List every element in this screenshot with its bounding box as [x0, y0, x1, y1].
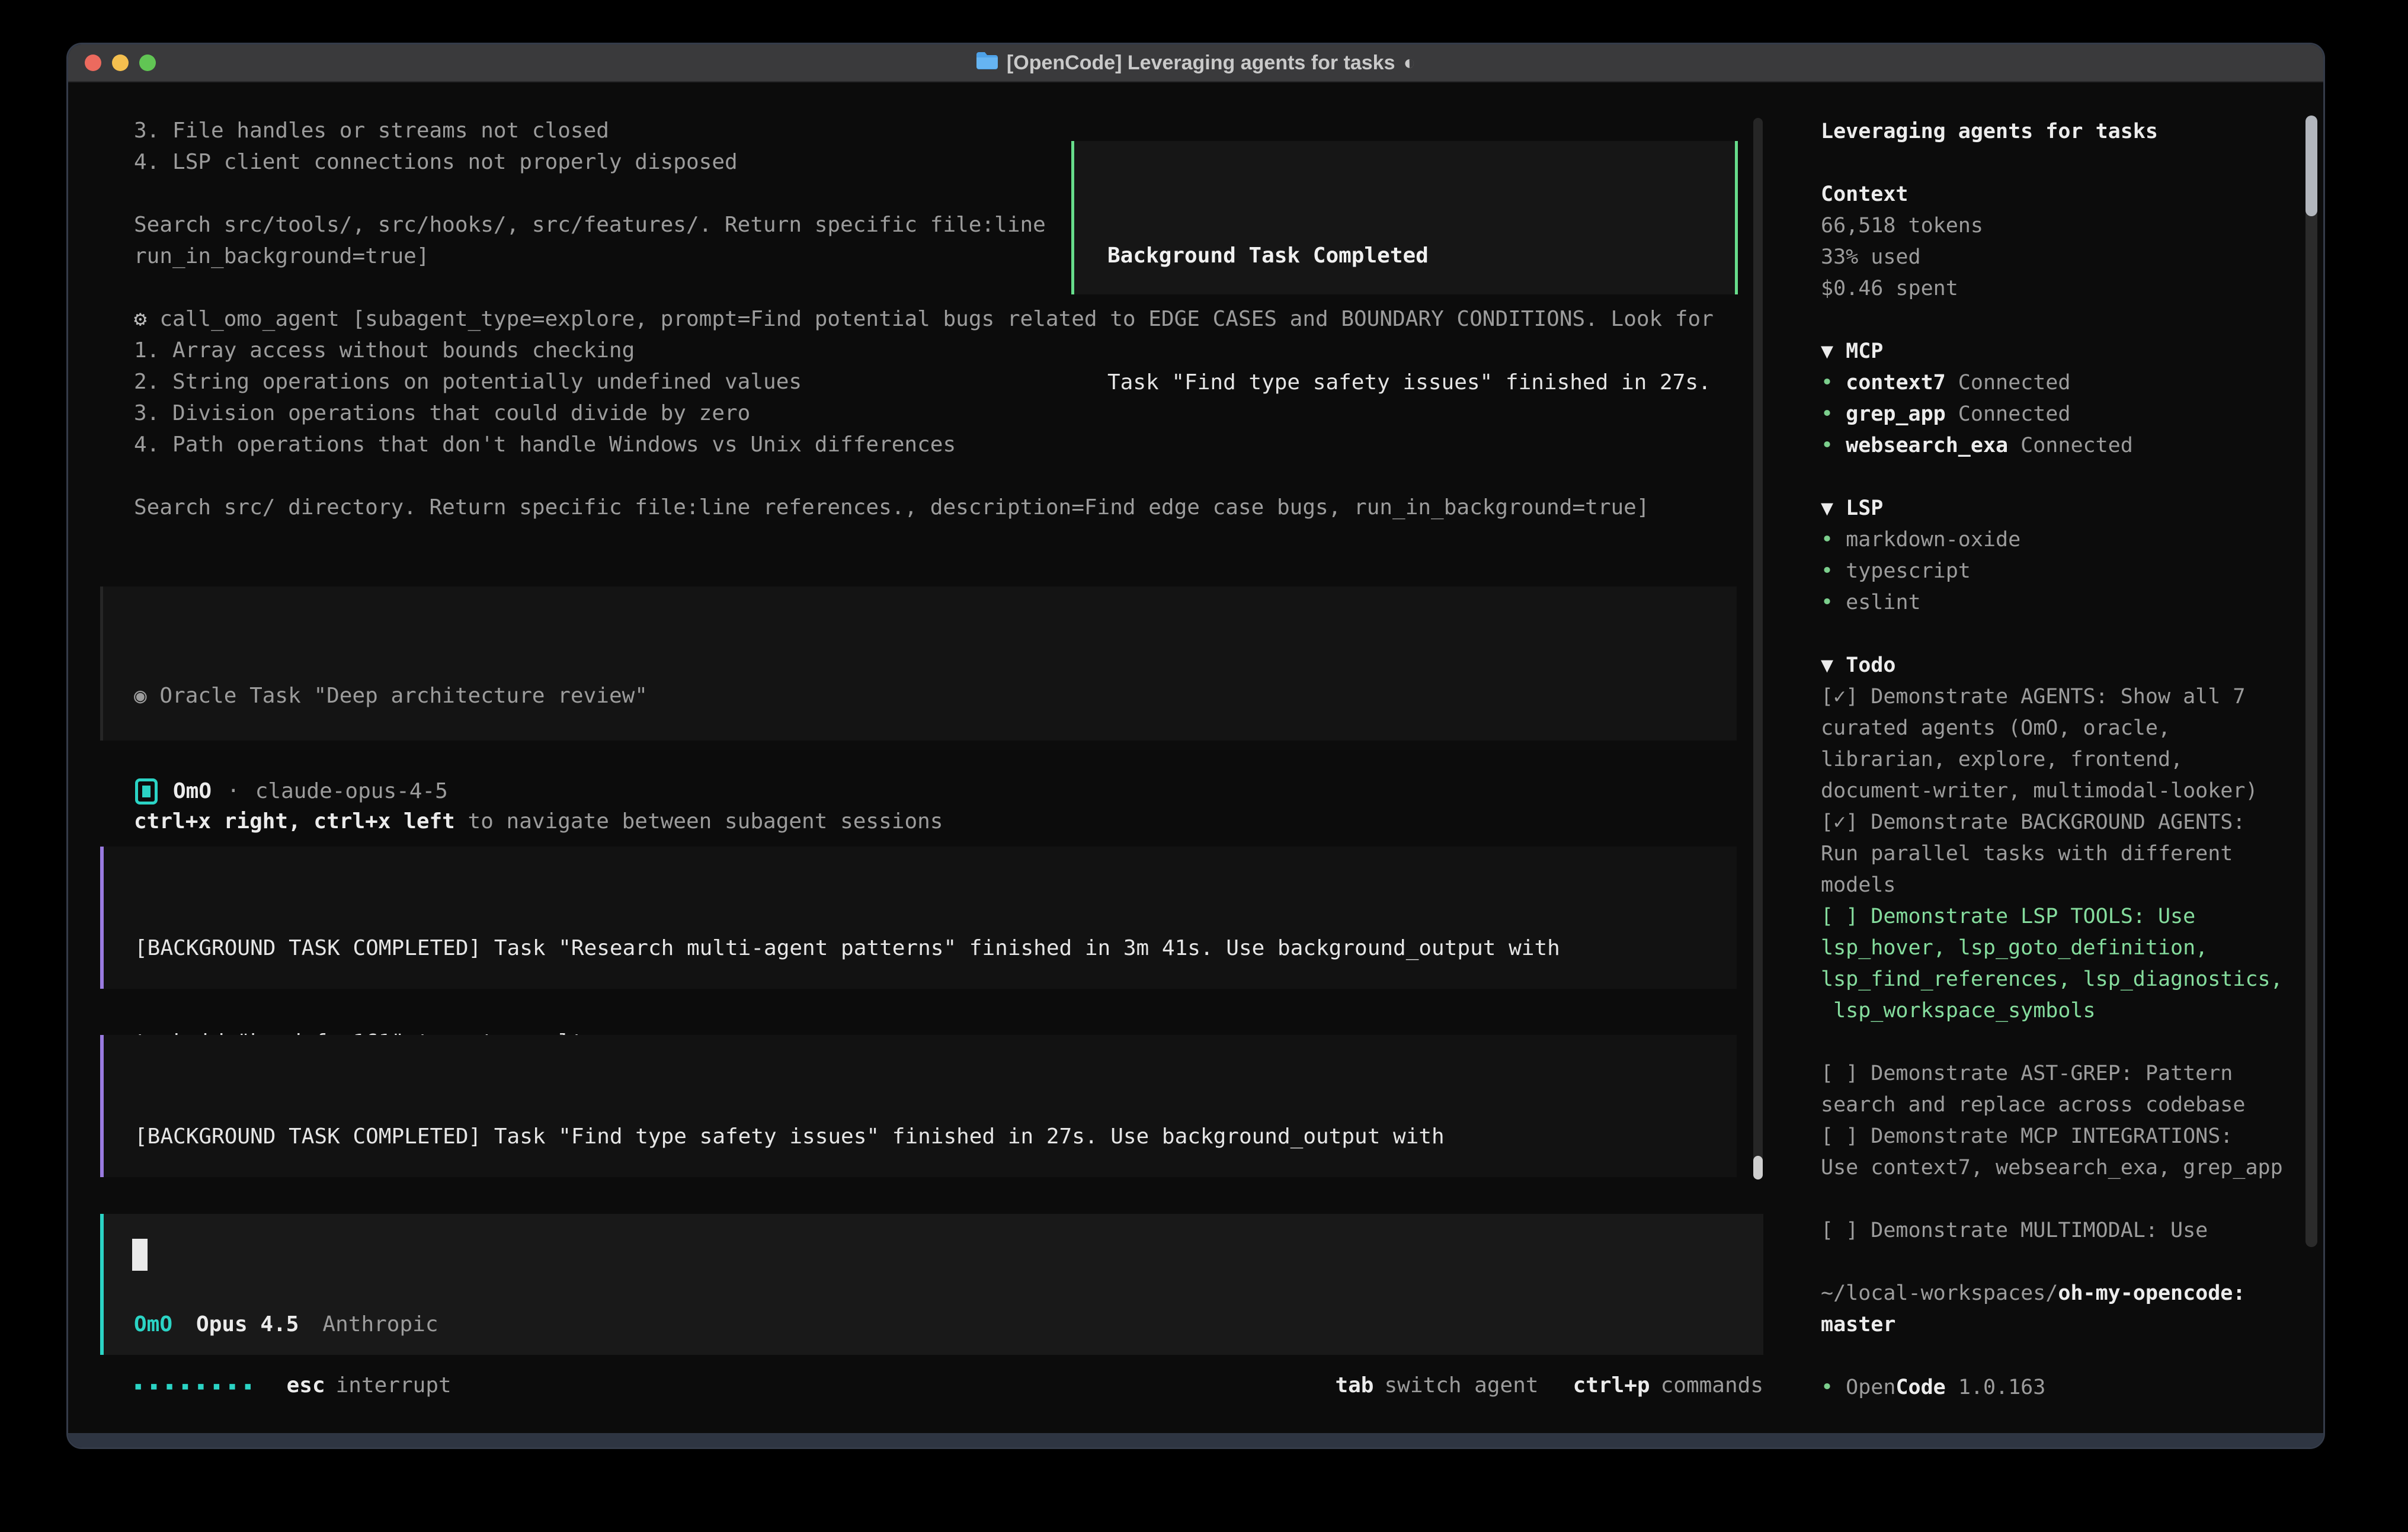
sidebar-line: $0.46 spent — [1821, 273, 2282, 305]
sidebar-line: Use context7, websearch_exa, grep_app — [1821, 1152, 2282, 1184]
sidebar-gap — [1821, 618, 2282, 650]
sidebar-gap — [1821, 305, 2282, 336]
sidebar-line: librarian, explore, frontend, — [1821, 744, 2282, 775]
agent-name: OmO — [173, 779, 212, 803]
sidebar-line: [ ] Demonstrate MULTIMODAL: Use — [1821, 1215, 2282, 1246]
sidebar-line: lsp_find_references, lsp_diagnostics, — [1821, 964, 2282, 995]
sidebar-line: 66,518 tokens — [1821, 210, 2282, 242]
sidebar-line: 33% used — [1821, 242, 2282, 273]
sidebar-line: [ ] Demonstrate AST-GREP: Pattern — [1821, 1058, 2282, 1089]
sidebar-line: • OpenCode 1.0.163 — [1821, 1372, 2282, 1403]
sidebar-line: ▼ LSP — [1821, 493, 2282, 524]
tab-key-action: switch agent — [1384, 1373, 1538, 1398]
folder-icon — [976, 51, 998, 75]
close-window-button[interactable] — [85, 55, 101, 71]
hint-keys: ctrl+x right, ctrl+x left — [134, 809, 455, 834]
hint-text: to navigate between subagent sessions — [455, 809, 943, 834]
message-line: [BACKGROUND TASK COMPLETED] Task "Find t… — [135, 1121, 1737, 1152]
sidebar-line: search and replace across codebase — [1821, 1089, 2282, 1121]
session-sidebar: Leveraging agents for tasks Context66,518… — [1798, 82, 2323, 1433]
sidebar-line: [✓] Demonstrate AGENTS: Show all 7 — [1821, 681, 2282, 713]
gear-icon: ⚙ — [134, 307, 147, 331]
sidebar-line: • websearch_exa Connected — [1821, 430, 2282, 461]
sidebar-line: • grep_app Connected — [1821, 399, 2282, 430]
active-agent-label[interactable]: OmO — [134, 1309, 172, 1340]
agent-session-header[interactable]: OmO · claude-opus-4-5 — [135, 775, 448, 807]
sidebar-line: [✓] Demonstrate BACKGROUND AGENTS: — [1821, 807, 2282, 838]
separator-dot: · — [227, 779, 240, 803]
sidebar-gap — [1821, 1246, 2282, 1278]
sidebar-line: • typescript — [1821, 556, 2282, 587]
terminal-scrollbar[interactable] — [1753, 118, 1763, 1180]
sidebar-line: ▼ MCP — [1821, 336, 2282, 367]
sidebar-line: • eslint — [1821, 587, 2282, 618]
record-icon: ◉ — [134, 684, 147, 708]
sidebar-line: curated agents (OmO, oracle, — [1821, 713, 2282, 744]
sidebar-gap — [1821, 461, 2282, 493]
background-task-notification: Background Task Completed Task "Find typ… — [1071, 141, 1738, 294]
esc-key-action: interrupt — [336, 1373, 451, 1398]
sidebar-line: ▼ Todo — [1821, 650, 2282, 681]
sidebar-line: Leveraging agents for tasks — [1821, 116, 2282, 148]
spinner-dots-icon: ▪▪▪▪▪▪▪▪ — [134, 1377, 260, 1394]
tool-call-details: 1. Array access without bounds checking … — [134, 335, 1737, 523]
oracle-task-title: ◉ Oracle Task "Deep architecture review" — [134, 680, 1737, 711]
sidebar-line: • context7 Connected — [1821, 367, 2282, 399]
opencode-window: [OpenCode] Leveraging agents for tasks ◐… — [66, 43, 2325, 1449]
omo-agent-icon — [135, 778, 158, 805]
zoom-window-button[interactable] — [139, 55, 156, 71]
subagent-nav-hint: ctrl+x right, ctrl+x left to navigate be… — [134, 806, 1737, 837]
sidebar-line: [ ] Demonstrate MCP INTEGRATIONS: — [1821, 1121, 2282, 1152]
input-meta-row: OmO Opus 4.5 Anthropic — [134, 1309, 438, 1340]
tool-call-line: ⚙ call_omo_agent [subagent_type=explore,… — [134, 303, 1737, 335]
terminal-scrollbar-thumb[interactable] — [1753, 1156, 1763, 1180]
sidebar-line: ~/local-workspaces/oh-my-opencode: — [1821, 1278, 2282, 1309]
sidebar-scrollbar-thumb[interactable] — [2305, 116, 2317, 216]
moon-icon: ◐ — [1404, 52, 1416, 75]
sidebar-line: • markdown-oxide — [1821, 524, 2282, 556]
oracle-task-box: ◉ Oracle Task "Deep architecture review"… — [100, 586, 1737, 741]
desktop: [OpenCode] Leveraging agents for tasks ◐… — [0, 0, 2408, 1532]
window-title: [OpenCode] Leveraging agents for tasks ◐ — [976, 51, 1416, 75]
window-bottom-frame — [68, 1433, 2323, 1447]
sidebar-line: models — [1821, 870, 2282, 901]
window-title-text: [OpenCode] Leveraging agents for tasks — [1007, 52, 1395, 75]
sidebar-line: Run parallel tasks with different — [1821, 838, 2282, 870]
sidebar-line: lsp_workspace_symbols — [1821, 995, 2282, 1027]
ctrlp-key-hint: ctrl+p — [1573, 1373, 1650, 1398]
sidebar-gap — [1821, 1027, 2282, 1058]
provider-label: Anthropic — [322, 1309, 438, 1340]
agent-model: claude-opus-4-5 — [255, 779, 448, 803]
minimize-window-button[interactable] — [112, 55, 129, 71]
window-titlebar[interactable]: [OpenCode] Leveraging agents for tasks ◐ — [68, 44, 2323, 82]
tool-call-text: call_omo_agent [subagent_type=explore, p… — [159, 307, 1714, 331]
status-bar: ▪▪▪▪▪▪▪▪ esc interrupt tab switch agent … — [134, 1370, 1763, 1401]
text-cursor — [132, 1239, 148, 1271]
prompt-input[interactable]: OmO Opus 4.5 Anthropic — [100, 1214, 1763, 1355]
sidebar-gap — [1821, 1341, 2282, 1372]
message-line: [BACKGROUND TASK COMPLETED] Task "Resear… — [135, 932, 1737, 964]
esc-key-hint: esc — [287, 1373, 325, 1398]
sidebar-line: [ ] Demonstrate LSP TOOLS: Use — [1821, 901, 2282, 932]
sidebar-scrollbar[interactable] — [2305, 116, 2317, 1247]
ctrlp-key-action: commands — [1661, 1373, 1763, 1398]
scrollback-text: 3. File handles or streams not closed 4.… — [134, 115, 1046, 272]
sidebar-line: master — [1821, 1309, 2282, 1341]
notification-title: Background Task Completed — [1107, 240, 1735, 271]
sidebar-line: document-writer, multimodal-looker) — [1821, 775, 2282, 807]
active-model-label[interactable]: Opus 4.5 — [196, 1309, 299, 1340]
tab-key-hint: tab — [1335, 1373, 1373, 1398]
terminal-main-area: 3. File handles or streams not closed 4.… — [68, 82, 1798, 1433]
sidebar-gap — [1821, 148, 2282, 179]
traffic-lights — [85, 44, 156, 81]
background-task-message: [BACKGROUND TASK COMPLETED] Task "Resear… — [100, 847, 1737, 989]
sidebar-line: lsp_hover, lsp_goto_definition, — [1821, 932, 2282, 964]
sidebar-gap — [1821, 1184, 2282, 1215]
background-task-message: [BACKGROUND TASK COMPLETED] Task "Find t… — [100, 1035, 1737, 1177]
sidebar-line: Context — [1821, 179, 2282, 210]
sidebar-lines: Leveraging agents for tasks Context66,518… — [1821, 116, 2282, 1403]
